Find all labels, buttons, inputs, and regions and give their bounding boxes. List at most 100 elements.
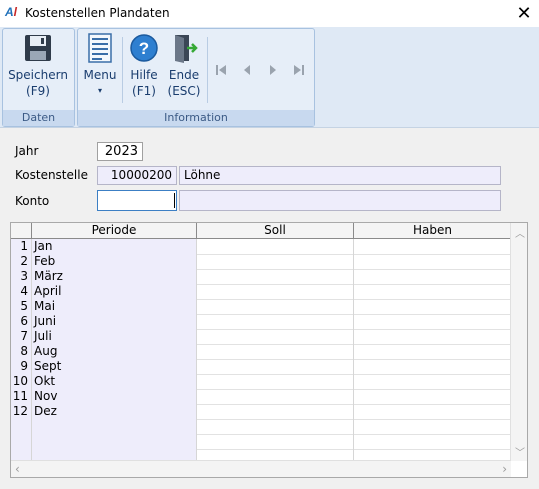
soll-cell[interactable] [197,434,354,449]
periode-cell: Jan [32,239,197,254]
row-number-cell: 3 [11,269,32,284]
column-header-haben[interactable]: Haben [354,223,511,238]
row-number-cell: 1 [11,239,32,254]
haben-cell[interactable] [354,419,511,434]
ribbon: Speichern (F9) Daten Menu ▾ ? Hilfe (F1)… [0,27,539,128]
table-row[interactable]: 7 Juli [11,329,511,345]
plan-grid[interactable]: Periode Soll Haben 1 Jan 2 Feb 3 März 4 April 5 M… [10,222,528,478]
row-number-cell: 7 [11,329,32,344]
periode-cell: Juli [32,329,197,344]
table-row[interactable]: 8 Aug [11,344,511,360]
haben-cell[interactable] [354,374,511,389]
periode-cell: Juni [32,314,197,329]
table-row[interactable]: 10 Okt [11,374,511,390]
periode-cell: März [32,269,197,284]
table-row[interactable] [11,419,511,435]
soll-cell[interactable] [197,404,354,419]
konto-name-field [179,190,501,211]
haben-cell[interactable] [354,329,511,344]
haben-cell[interactable] [354,284,511,299]
menu-button[interactable]: Menu ▾ [82,33,118,99]
help-button[interactable]: ? Hilfe (F1) [126,33,162,99]
table-row[interactable] [11,434,511,450]
ribbon-group-information: Menu ▾ ? Hilfe (F1) Ende (ESC) Informati… [77,28,315,127]
column-header-periode[interactable]: Periode [32,223,197,238]
text-cursor [174,193,175,208]
next-record-icon[interactable] [266,63,280,77]
kostenstelle-field[interactable]: 10000200 [97,166,177,185]
table-row[interactable]: 9 Sept [11,359,511,375]
table-row[interactable]: 6 Juni [11,314,511,330]
row-number-cell: 8 [11,344,32,359]
table-row[interactable]: 1 Jan [11,239,511,255]
table-row[interactable]: 11 Nov [11,389,511,405]
kostenstelle-name-field: Löhne [179,166,501,185]
haben-cell[interactable] [354,389,511,404]
exit-shortcut: (ESC) [167,84,201,98]
konto-field[interactable] [97,190,177,211]
periode-cell [32,434,197,449]
soll-cell[interactable] [197,284,354,299]
row-number-header [11,223,32,238]
haben-cell[interactable] [354,314,511,329]
table-row[interactable]: 4 April [11,284,511,300]
help-question-icon: ? [130,34,158,62]
periode-cell: Sept [32,359,197,374]
close-button[interactable]: ✕ [509,0,539,27]
svg-text:?: ? [139,39,149,58]
periode-cell: Nov [32,389,197,404]
table-row[interactable]: 3 März [11,269,511,285]
row-number-cell: 12 [11,404,32,419]
previous-record-icon[interactable] [240,63,254,77]
scroll-down-icon[interactable]: ﹀ [515,444,525,459]
ribbon-separator [122,37,123,103]
haben-cell[interactable] [354,239,511,254]
save-shortcut: (F9) [26,84,50,98]
save-button[interactable]: Speichern (F9) [8,33,68,99]
haben-cell[interactable] [354,359,511,374]
jahr-field[interactable]: 2023 [97,142,143,161]
table-row[interactable]: 12 Dez [11,404,511,420]
help-shortcut: (F1) [132,84,156,98]
haben-cell[interactable] [354,404,511,419]
group-label-daten: Daten [3,110,74,126]
exit-door-icon [175,35,198,63]
horizontal-scrollbar[interactable]: ‹ › [11,460,511,477]
row-number-cell [11,419,32,434]
row-number-cell [11,434,32,449]
row-number-cell: 10 [11,374,32,389]
scroll-left-icon[interactable]: ‹ [15,462,20,476]
window-title: Kostenstellen Plandaten [25,6,170,20]
konto-label: Konto [15,194,50,208]
soll-cell[interactable] [197,269,354,284]
table-row[interactable]: 5 Mai [11,299,511,315]
soll-cell[interactable] [197,419,354,434]
periode-cell: Aug [32,344,197,359]
scroll-right-icon[interactable]: › [502,462,507,476]
soll-cell[interactable] [197,239,354,254]
soll-cell[interactable] [197,344,354,359]
kostenstelle-label: Kostenstelle [15,168,88,182]
soll-cell[interactable] [197,359,354,374]
last-record-icon[interactable] [292,63,306,77]
haben-cell[interactable] [354,254,511,269]
periode-cell: Feb [32,254,197,269]
scroll-up-icon[interactable]: ︿ [515,225,525,240]
soll-cell[interactable] [197,374,354,389]
haben-cell[interactable] [354,299,511,314]
title-bar: Al Kostenstellen Plandaten ✕ [0,0,539,27]
soll-cell[interactable] [197,254,354,269]
soll-cell[interactable] [197,299,354,314]
haben-cell[interactable] [354,344,511,359]
table-row[interactable]: 2 Feb [11,254,511,270]
haben-cell[interactable] [354,269,511,284]
group-label-information: Information [78,110,314,126]
exit-button[interactable]: Ende (ESC) [164,33,204,99]
vertical-scrollbar[interactable]: ︿ ﹀ [510,223,527,461]
soll-cell[interactable] [197,314,354,329]
soll-cell[interactable] [197,329,354,344]
column-header-soll[interactable]: Soll [197,223,354,238]
soll-cell[interactable] [197,389,354,404]
first-record-icon[interactable] [214,63,228,77]
haben-cell[interactable] [354,434,511,449]
